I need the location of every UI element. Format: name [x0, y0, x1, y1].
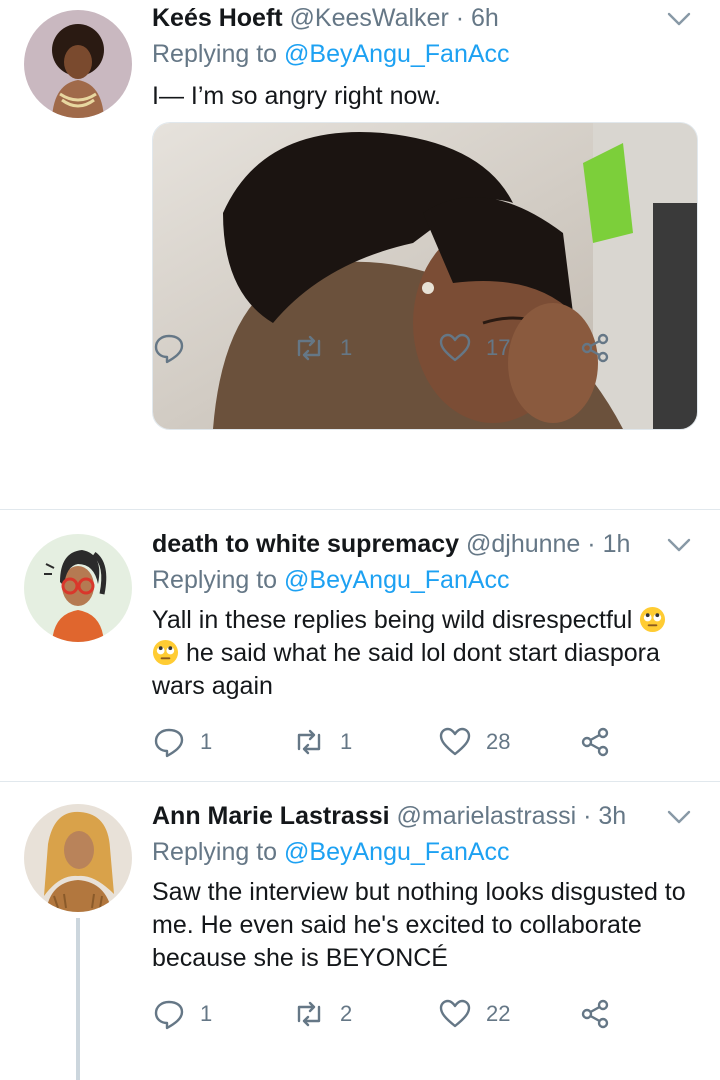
retweet-icon	[297, 335, 321, 361]
tweet-text-part: Yall in these replies being wild disresp…	[152, 606, 633, 634]
thread-line	[76, 918, 80, 1080]
replying-to: Replying to @BeyAngu_FanAcc	[152, 836, 510, 868]
reply-count: 1	[200, 729, 213, 754]
chevron-down-icon[interactable]	[666, 532, 692, 558]
tweet-actions: 1 17	[152, 328, 672, 368]
photo-image	[153, 123, 697, 429]
share-icon	[581, 333, 609, 363]
tweet-photo[interactable]	[152, 122, 698, 430]
like-button[interactable]: 17	[438, 328, 510, 368]
tweet-text-part: wars again	[152, 672, 273, 700]
tweet-actions: 1 1 28	[152, 722, 672, 762]
tweet[interactable]: Keés Hoeft @KeesWalker · 6h Replying to …	[0, 0, 720, 508]
tweet-header: death to white supremacy @djhunne · 1h	[152, 528, 660, 560]
reply-icon	[154, 728, 184, 758]
retweet-button[interactable]: 1	[292, 328, 352, 368]
mention-link[interactable]: @BeyAngu_FanAcc	[284, 566, 510, 594]
retweet-icon	[297, 1001, 321, 1027]
display-name[interactable]: Keés Hoeft	[152, 4, 283, 32]
reply-button[interactable]: 1	[152, 994, 212, 1034]
chevron-down-icon[interactable]	[666, 804, 692, 830]
separator-dot: ·	[587, 530, 596, 558]
timestamp[interactable]: 6h	[471, 4, 499, 32]
tweet-text-part: he said what he said lol dont start dias…	[185, 639, 660, 667]
share-icon	[581, 999, 609, 1029]
mention-link[interactable]: @BeyAngu_FanAcc	[284, 40, 510, 68]
display-name[interactable]: Ann Marie Lastrassi	[152, 802, 390, 830]
retweet-icon	[297, 729, 321, 755]
heart-icon	[439, 727, 471, 756]
reply-count: 1	[200, 1001, 213, 1026]
replying-to-label: Replying to	[152, 566, 278, 594]
mention-link[interactable]: @BeyAngu_FanAcc	[284, 838, 510, 866]
separator-dot: ·	[583, 802, 592, 830]
tweet-text-line: Saw the interview but nothing looks disg…	[152, 878, 686, 906]
tweet-actions: 1 2 22	[152, 994, 672, 1034]
tweet[interactable]: Ann Marie Lastrassi @marielastrassi · 3h…	[0, 782, 720, 1080]
avatar-image	[24, 804, 132, 912]
share-icon	[581, 727, 609, 757]
retweet-count: 1	[340, 335, 353, 360]
tweet-text-line: because she is BEYONCÉ	[152, 944, 448, 972]
face-with-rolling-eyes-emoji	[152, 639, 179, 666]
share-button[interactable]	[578, 994, 612, 1034]
replying-to: Replying to @BeyAngu_FanAcc	[152, 38, 510, 70]
replying-to-label: Replying to	[152, 40, 278, 68]
heart-icon	[439, 999, 471, 1028]
tweet[interactable]: death to white supremacy @djhunne · 1h R…	[0, 510, 720, 780]
face-with-rolling-eyes-emoji	[640, 606, 666, 633]
avatar[interactable]	[24, 534, 132, 642]
replying-to-label: Replying to	[152, 838, 278, 866]
retweet-button[interactable]: 2	[292, 994, 352, 1034]
reply-button[interactable]	[152, 328, 200, 368]
avatar-image	[24, 10, 132, 118]
like-count: 28	[486, 729, 511, 754]
retweet-count: 1	[340, 729, 353, 754]
like-button[interactable]: 28	[438, 722, 510, 762]
heart-icon	[439, 333, 471, 362]
like-count: 22	[486, 1001, 511, 1026]
avatar-image	[24, 534, 132, 642]
tweet-text: Yall in these replies being wild disresp…	[152, 604, 690, 703]
reply-button[interactable]: 1	[152, 722, 212, 762]
reply-icon	[154, 334, 184, 364]
retweet-button[interactable]: 1	[292, 722, 352, 762]
separator-dot: ·	[455, 4, 465, 32]
share-button[interactable]	[578, 722, 612, 762]
tweet-header: Ann Marie Lastrassi @marielastrassi · 3h	[152, 800, 660, 832]
replying-to: Replying to @BeyAngu_FanAcc	[152, 564, 510, 596]
chevron-down-icon[interactable]	[666, 6, 692, 32]
tweet-text-line: me. He even said he's excited to collabo…	[152, 911, 642, 939]
retweet-count: 2	[340, 1001, 353, 1026]
display-name[interactable]: death to white supremacy	[152, 530, 459, 558]
avatar[interactable]	[24, 804, 132, 912]
username[interactable]: @KeesWalker	[290, 4, 449, 32]
timestamp[interactable]: 3h	[598, 802, 626, 830]
username[interactable]: @marielastrassi	[397, 802, 577, 830]
reply-icon	[154, 1000, 184, 1030]
avatar[interactable]	[24, 10, 132, 118]
like-button[interactable]: 22	[438, 994, 510, 1034]
tweet-text: Saw the interview but nothing looks disg…	[152, 876, 690, 975]
tweet-text: I— I’m so angry right now.	[152, 82, 442, 110]
username[interactable]: @djhunne	[466, 530, 580, 558]
tweet-header: Keés Hoeft @KeesWalker · 6h	[152, 2, 660, 34]
share-button[interactable]	[578, 328, 612, 368]
like-count: 17	[486, 335, 511, 360]
timestamp[interactable]: 1h	[603, 530, 631, 558]
